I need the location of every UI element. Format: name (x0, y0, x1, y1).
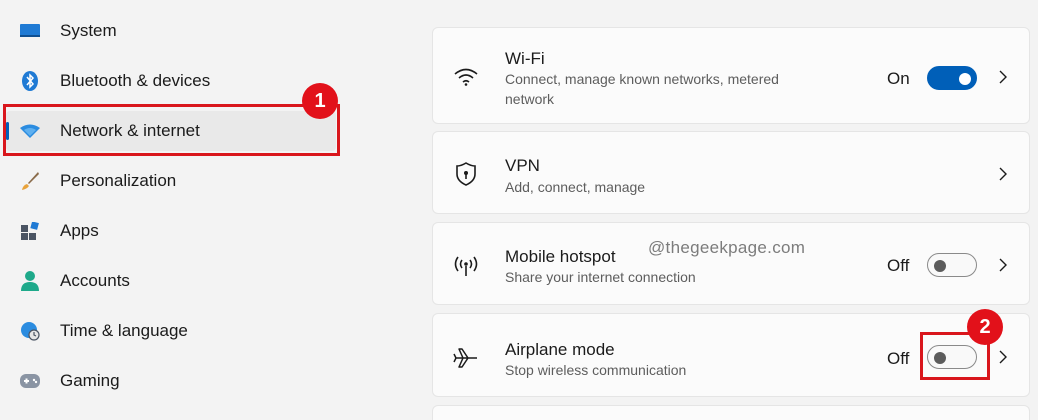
wifi-toggle[interactable] (927, 66, 977, 90)
globe-clock-icon (20, 321, 40, 341)
vpn-card[interactable]: VPN Add, connect, manage (432, 131, 1030, 214)
sidebar-item-label: Bluetooth & devices (60, 71, 211, 90)
airplane-state-label: Off (887, 349, 910, 368)
sidebar-item-time-language[interactable]: Time & language (6, 311, 336, 351)
toggle-knob (934, 260, 946, 272)
chevron-right-icon[interactable] (996, 350, 1010, 364)
watermark: @thegeekpage.com (648, 238, 806, 257)
vpn-title: VPN (505, 156, 540, 175)
hotspot-title: Mobile hotspot (505, 247, 616, 266)
vpn-subtitle: Add, connect, manage (505, 179, 646, 195)
toggle-knob (959, 73, 971, 85)
person-icon (20, 271, 40, 291)
annotation-badge-1: 1 (302, 83, 338, 119)
sidebar-item-label: Apps (60, 221, 99, 240)
chevron-right-icon[interactable] (996, 167, 1010, 181)
bluetooth-icon (20, 71, 40, 91)
wifi-card[interactable]: Wi-Fi Connect, manage known networks, me… (432, 27, 1030, 124)
sidebar-item-label: Personalization (60, 171, 177, 190)
settings-sidebar: System Bluetooth & devices Network & int… (0, 0, 400, 420)
chevron-right-icon[interactable] (996, 70, 1010, 84)
wifi-icon (453, 64, 479, 90)
chevron-right-icon[interactable] (996, 258, 1010, 272)
annotation-box-network (3, 104, 340, 156)
shield-icon (453, 161, 479, 187)
airplane-subtitle: Stop wireless communication (505, 362, 687, 378)
airplane-icon (453, 345, 479, 371)
annotation-badge-2: 2 (967, 309, 1003, 345)
sidebar-item-bluetooth[interactable]: Bluetooth & devices (6, 61, 336, 101)
sidebar-item-label: Time & language (60, 321, 188, 340)
brush-icon (20, 171, 40, 191)
mobile-hotspot-toggle[interactable] (927, 253, 977, 277)
sidebar-item-apps[interactable]: Apps (6, 211, 336, 251)
sidebar-item-personalization[interactable]: Personalization (6, 161, 336, 201)
sidebar-item-system[interactable]: System (6, 11, 336, 51)
wifi-subtitle: Connect, manage known networks, metered … (505, 71, 779, 107)
sidebar-item-accounts[interactable]: Accounts (6, 261, 336, 301)
hotspot-icon (453, 253, 479, 279)
apps-icon (20, 221, 40, 241)
wifi-title: Wi-Fi (505, 49, 545, 68)
sidebar-item-gaming[interactable]: Gaming (6, 361, 336, 401)
hotspot-state-label: Off (887, 256, 910, 275)
mobile-hotspot-card[interactable]: Mobile hotspot Share your internet conne… (432, 222, 1030, 305)
sidebar-item-label: System (60, 21, 117, 40)
airplane-title: Airplane mode (505, 340, 615, 359)
monitor-icon (20, 21, 40, 41)
wifi-state-label: On (887, 69, 910, 88)
sidebar-item-label: Accounts (60, 271, 130, 290)
sidebar-item-label: Gaming (60, 371, 120, 390)
next-setting-card[interactable] (432, 405, 1030, 420)
hotspot-subtitle: Share your internet connection (505, 269, 696, 285)
gamepad-icon (20, 371, 40, 391)
